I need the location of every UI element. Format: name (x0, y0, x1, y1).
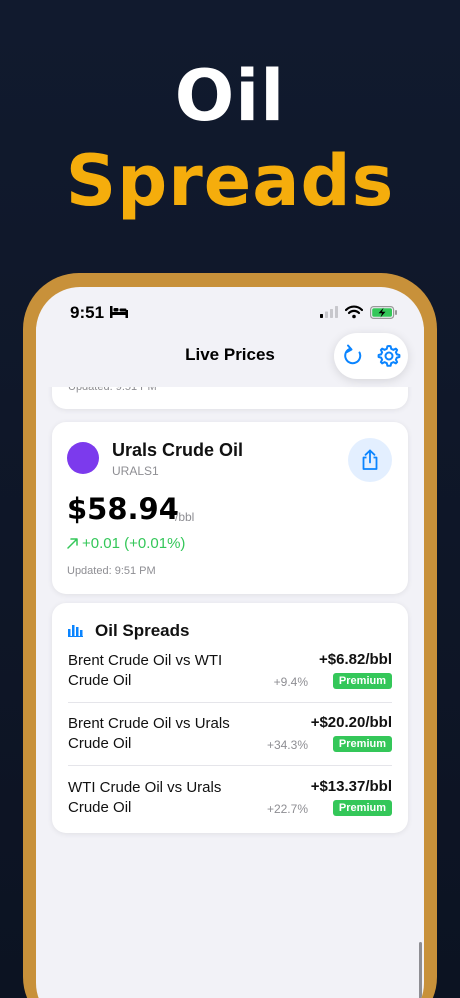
spread-label: WTI Crude Oil vs Urals Crude Oil (68, 779, 222, 816)
nav-actions-pill (334, 333, 408, 379)
oil-spreads-card: Oil Spreads Brent Crude Oil vs WTI Crude… (52, 603, 408, 833)
bar-chart-icon (68, 625, 83, 637)
commodity-color-dot (67, 442, 99, 474)
wifi-icon (345, 305, 363, 319)
status-time: 9:51 (70, 303, 105, 322)
spread-value: +$6.82/bbl (319, 651, 392, 668)
price-unit: /bbl (175, 510, 195, 524)
spread-value: +$13.37/bbl (310, 778, 392, 795)
battery-charging-icon (370, 306, 397, 319)
price-change: +0.01 (+0.01%) (67, 535, 185, 552)
status-bar: 9:51 (36, 301, 424, 325)
spreads-title: Oil Spreads (95, 621, 190, 640)
spread-row[interactable]: Brent Crude Oil vs Urals Crude Oil +$20.… (68, 714, 392, 778)
last-updated: Updated: 9:51 PM (67, 565, 156, 577)
premium-badge: Premium (332, 800, 392, 816)
spread-label: Brent Crude Oil vs WTI Crude Oil (68, 652, 223, 689)
spread-percent: +34.3% (266, 738, 308, 752)
commodity-code: URALS1 (112, 464, 159, 478)
urals-price-card[interactable]: Urals Crude Oil URALS1 $58.94 /bbl +0.01… (52, 422, 408, 594)
hero-title-line2: Spreads (65, 140, 395, 222)
spread-row[interactable]: WTI Crude Oil vs Urals Crude Oil +$13.37… (68, 778, 392, 842)
spread-percent: +22.7% (266, 802, 308, 816)
spread-percent: +9.4% (273, 675, 308, 689)
row-divider (68, 702, 392, 703)
scroll-indicator[interactable] (419, 942, 422, 998)
cellular-signal-icon (320, 306, 338, 318)
trend-up-arrow-icon (67, 538, 78, 549)
spread-value: +$20.20/bbl (310, 714, 392, 731)
gear-icon[interactable] (376, 343, 402, 369)
spread-row[interactable]: Brent Crude Oil vs WTI Crude Oil +$6.82/… (68, 651, 392, 715)
refresh-icon[interactable] (340, 343, 366, 369)
phone-screen: Updated: 9:51 PM 9:51 Live Prices Urals … (36, 287, 424, 998)
premium-badge: Premium (332, 673, 392, 689)
current-price: $58.94 (67, 492, 179, 526)
spread-label: Brent Crude Oil vs Urals Crude Oil (68, 715, 230, 752)
share-icon (362, 449, 378, 470)
sleep-focus-icon (110, 306, 128, 318)
commodity-name: Urals Crude Oil (112, 440, 244, 460)
row-divider (68, 765, 392, 766)
price-change-value: +0.01 (+0.01%) (82, 535, 186, 552)
share-button[interactable] (348, 438, 392, 482)
hero-title-line1: Oil (174, 55, 286, 137)
premium-badge: Premium (332, 736, 392, 752)
